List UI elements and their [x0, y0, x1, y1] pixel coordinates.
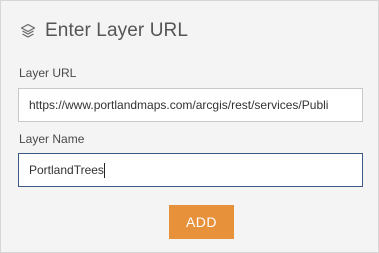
- panel-header: Enter Layer URL: [19, 18, 188, 44]
- panel-title: Enter Layer URL: [45, 20, 189, 41]
- enter-layer-url-panel: Enter Layer URL Layer URL https://www.po…: [0, 0, 379, 253]
- layer-url-input[interactable]: https://www.portlandmaps.com/arcgis/rest…: [18, 88, 363, 122]
- text-cursor: [103, 162, 105, 178]
- layer-url-value: https://www.portlandmaps.com/arcgis/rest…: [29, 98, 329, 112]
- add-button[interactable]: ADD: [169, 205, 234, 239]
- layer-name-input[interactable]: PortlandTrees: [18, 153, 363, 187]
- layer-name-label: Layer Name: [19, 132, 85, 146]
- layer-url-label: Layer URL: [19, 66, 77, 80]
- layers-icon: [19, 22, 37, 40]
- layer-name-value: PortlandTrees: [29, 163, 104, 177]
